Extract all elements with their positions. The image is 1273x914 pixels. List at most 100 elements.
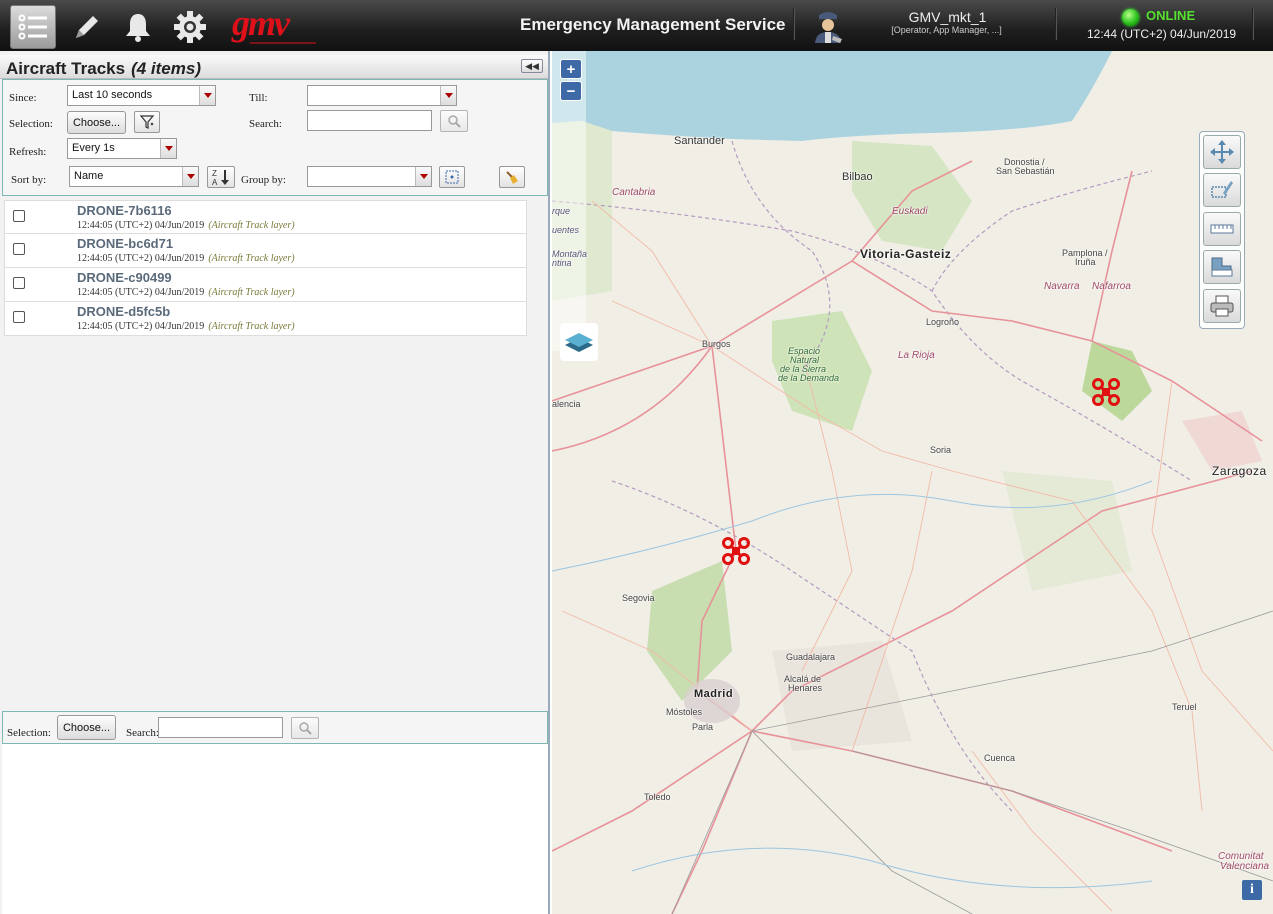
map-label: Teruel — [1172, 702, 1197, 712]
map-label: Cuenca — [984, 753, 1016, 763]
print-icon[interactable] — [1203, 289, 1241, 323]
drone-marker-icon[interactable] — [721, 536, 751, 566]
panel-header: Aircraft Tracks (4 items) ◀◀ — [0, 55, 548, 79]
track-name[interactable]: DRONE-7b6116 — [77, 203, 172, 218]
chevron-down-icon — [415, 167, 431, 186]
separator — [793, 8, 795, 40]
groupby-select[interactable] — [307, 166, 432, 187]
zoom-in-button[interactable]: + — [560, 59, 582, 79]
till-label: Till: — [249, 92, 268, 104]
list-item[interactable]: DRONE-d5fc5b 12:44:05 (UTC+2) 04/Jun/201… — [4, 302, 527, 336]
list-item[interactable]: DRONE-bc6d71 12:44:05 (UTC+2) 04/Jun/201… — [4, 234, 527, 268]
bottom-filter-bar: Selection: Choose... Search: — [2, 711, 548, 744]
refresh-select[interactable]: Every 1s — [67, 138, 177, 159]
app-title: Emergency Management Service — [520, 15, 786, 34]
track-name[interactable]: DRONE-c90499 — [77, 270, 172, 285]
user-avatar-icon[interactable] — [812, 9, 844, 43]
zoom-out-button[interactable]: − — [560, 81, 582, 101]
bottom-results-area — [2, 744, 548, 914]
drone-marker-icon[interactable] — [1091, 377, 1121, 407]
gear-icon[interactable] — [167, 5, 213, 49]
map-label: Bilbao — [842, 171, 873, 183]
search-label: Search: — [249, 118, 282, 130]
track-list: DRONE-7b6116 12:44:05 (UTC+2) 04/Jun/201… — [4, 200, 527, 336]
search-icon[interactable] — [291, 717, 319, 739]
pencil-icon[interactable] — [64, 5, 110, 49]
since-value: Last 10 seconds — [72, 89, 153, 101]
map-label: uentes — [552, 225, 580, 235]
list-item[interactable]: DRONE-c90499 12:44:05 (UTC+2) 04/Jun/201… — [4, 268, 527, 302]
track-timestamp: 12:44:05 (UTC+2) 04/Jun/2019 — [77, 321, 205, 332]
panel-title-text: Aircraft Tracks — [6, 59, 126, 78]
refresh-value: Every 1s — [72, 142, 115, 154]
clear-brush-icon[interactable] — [499, 166, 525, 188]
map-label: San Sebastián — [996, 166, 1055, 176]
group-options-icon[interactable] — [439, 166, 465, 188]
filter-icon[interactable] — [134, 111, 160, 133]
map-label: Toledo — [644, 792, 671, 802]
since-label: Since: — [9, 92, 37, 104]
measure-distance-icon[interactable] — [1203, 212, 1241, 246]
refresh-label: Refresh: — [9, 146, 47, 158]
filter-bar: Since: Last 10 seconds Till: Selection: … — [2, 79, 548, 196]
till-select[interactable] — [307, 85, 457, 106]
track-timestamp: 12:44:05 (UTC+2) 04/Jun/2019 — [77, 220, 205, 231]
map-label: Euskadi — [892, 206, 928, 217]
track-checkbox[interactable] — [13, 311, 25, 323]
map-label: Parla — [692, 722, 714, 732]
zoom-box-icon[interactable] — [1203, 173, 1241, 207]
map-label: Logroño — [926, 317, 960, 327]
map-label: Iruña — [1075, 257, 1096, 267]
track-timestamp: 12:44:05 (UTC+2) 04/Jun/2019 — [77, 253, 205, 264]
since-select[interactable]: Last 10 seconds — [67, 85, 216, 106]
search-input[interactable] — [307, 110, 432, 131]
track-timestamp: 12:44:05 (UTC+2) 04/Jun/2019 — [77, 287, 205, 298]
track-name[interactable]: DRONE-bc6d71 — [77, 236, 173, 251]
user-name: GMV_mkt_1 — [908, 9, 987, 25]
map-label: La Rioja — [898, 350, 935, 361]
list-item[interactable]: DRONE-7b6116 12:44:05 (UTC+2) 04/Jun/201… — [4, 200, 527, 234]
map-label: Móstoles — [666, 707, 703, 717]
selection-label: Selection: — [7, 727, 51, 739]
track-time: 12:44:05 (UTC+2) 04/Jun/2019 (Aircraft Tr… — [77, 253, 295, 264]
map-label: de la Demanda — [778, 373, 840, 383]
separator — [1252, 8, 1254, 40]
measure-area-icon[interactable] — [1203, 250, 1241, 284]
list-icon[interactable] — [10, 5, 56, 49]
separator — [1055, 8, 1057, 40]
online-status-icon — [1122, 9, 1139, 26]
user-roles: [Operator, App Manager, ...] — [891, 25, 1002, 35]
track-name[interactable]: DRONE-d5fc5b — [77, 304, 170, 319]
track-layer: (Aircraft Track layer) — [208, 321, 295, 332]
sort-order-icon[interactable]: ZA — [207, 166, 235, 188]
bell-icon[interactable] — [115, 5, 161, 49]
sortby-select[interactable]: Name — [69, 166, 199, 187]
map-label: Zaragoza — [1212, 464, 1267, 478]
chevron-down-icon — [199, 86, 215, 105]
map-label: Navarra — [1044, 281, 1080, 292]
sortby-label: Sort by: — [11, 174, 47, 186]
collapse-panel-button[interactable]: ◀◀ — [521, 59, 543, 73]
search-icon[interactable] — [440, 110, 468, 132]
choose-button[interactable]: Choose... — [67, 111, 126, 134]
layers-icon[interactable] — [560, 323, 598, 361]
info-button[interactable]: i — [1242, 880, 1262, 900]
track-layer: (Aircraft Track layer) — [208, 253, 295, 264]
chevron-down-icon — [160, 139, 176, 158]
track-checkbox[interactable] — [13, 210, 25, 222]
search-label: Search: — [126, 727, 159, 739]
map-view[interactable]: Santander Bilbao Donostia / San Sebastiá… — [552, 51, 1273, 914]
track-layer: (Aircraft Track layer) — [208, 220, 295, 231]
svg-text:gmv: gmv — [231, 5, 291, 43]
map-label: Guadalajara — [786, 652, 836, 662]
map-label: Valenciana — [1220, 861, 1270, 872]
map-label: Henares — [788, 683, 823, 693]
track-layer: (Aircraft Track layer) — [208, 287, 295, 298]
pan-arrows-icon[interactable] — [1203, 135, 1241, 169]
track-checkbox[interactable] — [13, 277, 25, 289]
map-label: Segovia — [622, 593, 655, 603]
search-input[interactable] — [158, 717, 283, 738]
map-toolbar — [1199, 131, 1245, 329]
track-checkbox[interactable] — [13, 243, 25, 255]
choose-button[interactable]: Choose... — [57, 715, 116, 740]
